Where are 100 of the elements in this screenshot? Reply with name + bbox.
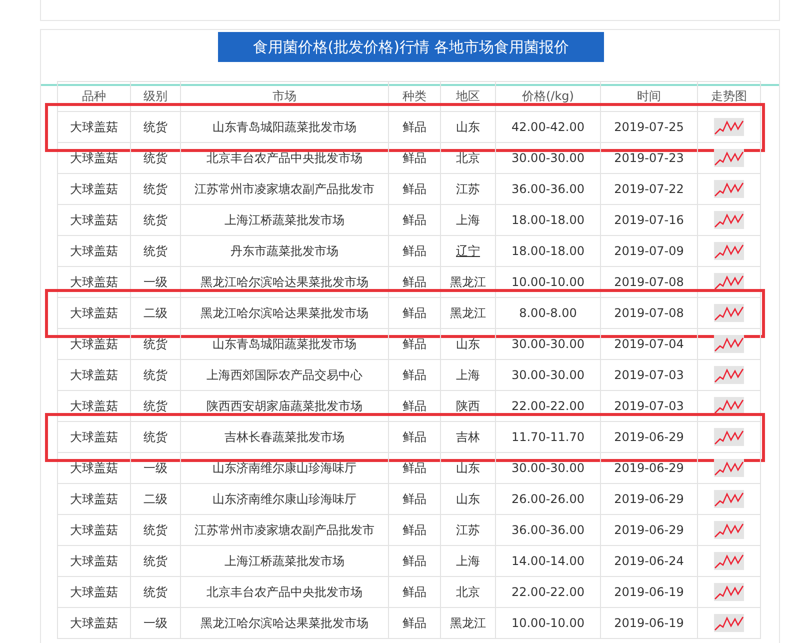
table-cell: 上海 <box>456 366 480 384</box>
table-cell: 山东 <box>456 490 480 508</box>
table-cell: 鲜品 <box>389 329 441 360</box>
table-cell: 30.00-30.00 <box>496 329 601 360</box>
table-cell: 18.00-18.00 <box>496 236 601 267</box>
trend-chart-icon[interactable] <box>714 490 744 508</box>
table-cell: 2019-07-16 <box>601 205 698 236</box>
table-cell: 鲜品 <box>389 236 441 267</box>
trend-chart-icon[interactable] <box>714 118 744 136</box>
trend-chart-icon[interactable] <box>714 149 744 167</box>
table-cell: 2019-06-19 <box>601 577 698 608</box>
table-cell: 鲜品 <box>389 143 441 174</box>
table-cell: 大球盖菇 <box>58 329 131 360</box>
table-cell: 一级 <box>131 453 181 484</box>
table-cell: 14.00-14.00 <box>496 546 601 577</box>
table-cell: 大球盖菇 <box>58 515 131 546</box>
table-cell: 大球盖菇 <box>58 422 131 453</box>
table-cell: 大球盖菇 <box>58 143 131 174</box>
table-cell: 山东 <box>456 118 480 136</box>
table-cell: 丹东市蔬菜批发市场 <box>181 236 389 267</box>
column-header: 价格(/kg) <box>496 82 601 112</box>
table-cell: 2019-07-09 <box>601 236 698 267</box>
table-cell: 2019-06-19 <box>601 608 698 639</box>
table-cell: 2019-07-03 <box>601 391 698 422</box>
table-cell: 鲜品 <box>389 205 441 236</box>
column-header: 走势图 <box>698 82 761 112</box>
table-cell: 江苏 <box>456 522 480 538</box>
table-cell: 大球盖菇 <box>58 546 131 577</box>
region-link[interactable]: 辽宁 <box>456 242 480 260</box>
table-cell: 江苏 <box>456 180 480 198</box>
table-cell: 36.00-36.00 <box>496 515 601 546</box>
table-cell: 统货 <box>131 329 181 360</box>
table-cell: 北京 <box>456 150 480 166</box>
table-cell: 黑龙江哈尔滨哈达果菜批发市场 <box>181 298 389 329</box>
table-cell: 黑龙江 <box>450 304 486 322</box>
table-cell: 26.00-26.00 <box>496 484 601 515</box>
table-cell: 山东 <box>456 460 480 476</box>
table-cell: 11.70-11.70 <box>496 422 601 453</box>
table-cell: 黑龙江 <box>450 614 486 632</box>
trend-chart-icon[interactable] <box>714 211 744 229</box>
table-cell: 山东济南维尔康山珍海味厅 <box>181 484 389 515</box>
table-cell: 2019-07-08 <box>601 267 698 298</box>
table-cell: 30.00-30.00 <box>496 453 601 484</box>
table-cell: 2019-06-24 <box>601 546 698 577</box>
table-cell: 上海 <box>456 212 480 228</box>
trend-chart-icon[interactable] <box>714 428 744 446</box>
table-cell: 上海江桥蔬菜批发市场 <box>181 546 389 577</box>
table-cell: 上海 <box>456 552 480 570</box>
trend-chart-icon[interactable] <box>714 552 744 570</box>
table-cell: 山东济南维尔康山珍海味厅 <box>181 453 389 484</box>
table-cell: 鲜品 <box>389 391 441 422</box>
table-cell: 2019-07-03 <box>601 360 698 391</box>
trend-chart-icon[interactable] <box>714 304 744 322</box>
table-cell: 大球盖菇 <box>58 360 131 391</box>
table-cell: 一级 <box>131 608 181 639</box>
trend-chart-icon[interactable] <box>714 614 744 632</box>
trend-chart-icon[interactable] <box>714 335 744 353</box>
table-cell: 2019-07-22 <box>601 174 698 205</box>
panel-title: 食用菌价格(批发价格)行情 各地市场食用菌报价 <box>218 32 604 62</box>
table-cell: 大球盖菇 <box>58 453 131 484</box>
table-cell: 2019-07-08 <box>601 298 698 329</box>
table-cell: 大球盖菇 <box>58 236 131 267</box>
table-cell: 大球盖菇 <box>58 608 131 639</box>
table-cell: 二级 <box>131 298 181 329</box>
trend-chart-icon[interactable] <box>714 459 744 477</box>
table-cell: 北京丰台农产品中央批发市场 <box>181 143 389 174</box>
table-cell: 42.00-42.00 <box>496 112 601 143</box>
table-cell: 统货 <box>131 174 181 205</box>
table-cell: 2019-07-25 <box>601 112 698 143</box>
column-header: 级别 <box>131 82 181 112</box>
table-cell: 鲜品 <box>389 577 441 608</box>
table-cell: 北京 <box>456 584 480 600</box>
table-cell: 8.00-8.00 <box>496 298 601 329</box>
table-cell: 大球盖菇 <box>58 174 131 205</box>
trend-chart-icon[interactable] <box>714 180 744 198</box>
table-cell: 山东青岛城阳蔬菜批发市场 <box>181 329 389 360</box>
table-cell: 大球盖菇 <box>58 267 131 298</box>
trend-chart-icon[interactable] <box>714 583 744 601</box>
table-cell: 黑龙江 <box>450 274 486 290</box>
column-header: 品种 <box>58 82 131 112</box>
table-cell: 一级 <box>131 267 181 298</box>
column-header: 时间 <box>601 82 698 112</box>
table-cell: 2019-06-29 <box>601 422 698 453</box>
trend-chart-icon[interactable] <box>714 521 744 539</box>
table-cell: 吉林 <box>456 428 480 446</box>
table-cell: 北京丰台农产品中央批发市场 <box>181 577 389 608</box>
table-cell: 鲜品 <box>389 515 441 546</box>
trend-chart-icon[interactable] <box>714 366 744 384</box>
table-cell: 山东 <box>456 336 480 352</box>
column-header: 市场 <box>181 82 389 112</box>
table-cell: 鲜品 <box>389 174 441 205</box>
table-cell: 鲜品 <box>389 484 441 515</box>
table-cell: 统货 <box>131 236 181 267</box>
table-cell: 统货 <box>131 360 181 391</box>
table-cell: 大球盖菇 <box>58 298 131 329</box>
table-cell: 30.00-30.00 <box>496 360 601 391</box>
table-cell: 大球盖菇 <box>58 112 131 143</box>
trend-chart-icon[interactable] <box>714 242 744 260</box>
table-cell: 黑龙江哈尔滨哈达果菜批发市场 <box>181 267 389 298</box>
table-cell: 大球盖菇 <box>58 205 131 236</box>
